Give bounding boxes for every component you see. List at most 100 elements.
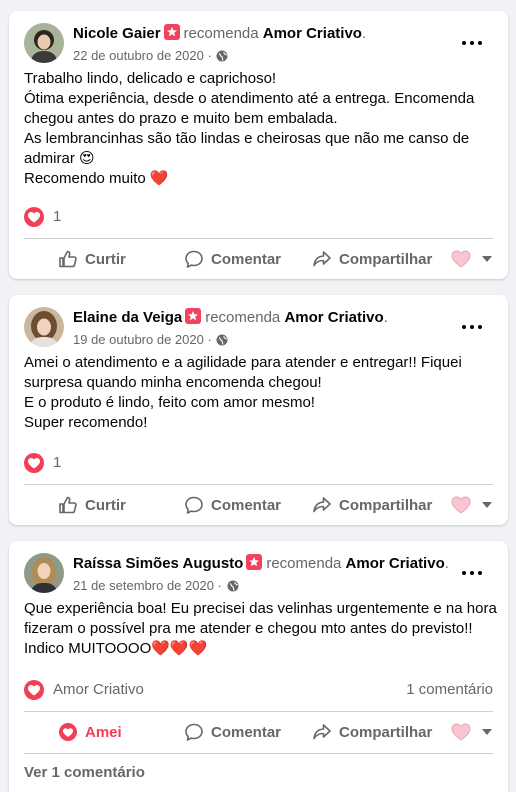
- love-label: Amei: [85, 723, 122, 741]
- reaction-selector-icon: [451, 250, 471, 268]
- share-button[interactable]: Compartilhar: [312, 713, 432, 751]
- post-date[interactable]: 21 de setembro de 2020: [73, 578, 214, 593]
- divider: [24, 484, 493, 485]
- share-button[interactable]: Compartilhar: [312, 486, 432, 524]
- comments-count[interactable]: 1 comentário: [406, 681, 493, 698]
- comment-label: Comentar: [211, 723, 282, 741]
- comment-icon: [185, 250, 203, 268]
- page-name-link[interactable]: Amor Criativo: [263, 25, 362, 42]
- review-post: Nicole Gaier recomenda Amor Criativo. 22 …: [9, 11, 508, 279]
- author-name[interactable]: Elaine da Veiga: [73, 309, 182, 326]
- divider: [24, 238, 493, 239]
- share-icon: [313, 251, 331, 267]
- love-button[interactable]: Amei: [58, 713, 122, 751]
- post-body-line: E o produto é lindo, feito com amor mesm…: [24, 394, 315, 411]
- post-date[interactable]: 22 de outubro de 2020: [73, 48, 204, 63]
- post-body-line: chegou antes do prazo e muito bem embala…: [24, 110, 338, 127]
- post-header-text: Nicole Gaier recomenda Amor Criativo. 22 …: [73, 24, 456, 67]
- chevron-down-icon: [482, 256, 492, 262]
- globe-icon: [227, 579, 239, 597]
- post-header-text: Raíssa Simões Augusto recomenda Amor Cria…: [73, 554, 456, 597]
- chevron-down-icon: [482, 502, 492, 508]
- post-body: Amei o atendimento e a agilidade para at…: [24, 353, 496, 433]
- post-body-line: admirar 😍: [24, 150, 95, 167]
- recommend-badge-icon: [163, 24, 180, 46]
- post-body-line: Que experiência boa! Eu precisei das vel…: [24, 600, 497, 617]
- chevron-down-icon: [482, 729, 492, 735]
- heart-reaction-icon: [24, 207, 44, 227]
- recommend-badge-icon: [246, 554, 263, 576]
- recommend-badge-icon: [185, 308, 202, 330]
- reaction-selector[interactable]: [451, 713, 492, 751]
- reaction-selector-icon: [451, 496, 471, 514]
- actions-bar: Amei Comentar Compartilhar: [24, 713, 493, 751]
- page-name-link[interactable]: Amor Criativo: [284, 309, 383, 326]
- post-body-line: As lembrancinhas são tão lindas e cheiro…: [24, 130, 470, 147]
- share-label: Compartilhar: [339, 250, 433, 268]
- like-label: Curtir: [85, 496, 126, 514]
- like-button[interactable]: Curtir: [58, 240, 126, 278]
- actions-bar: Curtir Comentar Compartilhar: [24, 486, 493, 524]
- more-icon[interactable]: [462, 35, 486, 51]
- post-body-line: Super recomendo!: [24, 414, 148, 431]
- post-body-line: surpresa quando minha encomenda chegou!: [24, 374, 322, 391]
- reaction-count: 1: [53, 208, 62, 225]
- reactions-bar[interactable]: 1: [24, 451, 493, 475]
- period: .: [361, 25, 367, 42]
- page-name-link[interactable]: Amor Criativo: [346, 555, 445, 572]
- heart-reaction-icon: [24, 453, 44, 473]
- review-post: Raíssa Simões Augusto recomenda Amor Cria…: [9, 541, 508, 792]
- post-body-line: Recomendo muito ❤️: [24, 170, 169, 187]
- like-icon: [59, 250, 77, 268]
- post-body: Trabalho lindo, delicado e caprichoso! Ó…: [24, 69, 496, 189]
- comment-icon: [185, 496, 203, 514]
- reaction-selector-icon: [451, 723, 471, 741]
- comment-label: Comentar: [211, 250, 282, 268]
- post-body-line: Ótima experiência, desde o atendimento a…: [24, 90, 475, 107]
- like-icon: [59, 496, 77, 514]
- reactions-bar[interactable]: 1: [24, 205, 493, 229]
- reaction-selector[interactable]: [451, 486, 492, 524]
- recommends-text: recomenda: [266, 555, 342, 572]
- globe-icon: [216, 49, 228, 67]
- post-header: Elaine da Veiga recomenda Amor Criativo. …: [24, 307, 496, 349]
- comment-label: Comentar: [211, 496, 282, 514]
- share-icon: [313, 497, 331, 513]
- comment-button[interactable]: Comentar: [184, 240, 281, 278]
- share-label: Compartilhar: [339, 723, 433, 741]
- avatar[interactable]: [24, 307, 64, 347]
- reaction-count: 1: [53, 454, 62, 471]
- recommends-text: recomenda: [183, 25, 259, 42]
- recommends-text: recomenda: [205, 309, 281, 326]
- post-body-line: Amei o atendimento e a agilidade para at…: [24, 354, 462, 371]
- comment-button[interactable]: Comentar: [184, 713, 281, 751]
- post-body-line: fizeram o possível pra me atender e cheg…: [24, 620, 473, 637]
- share-icon: [313, 724, 331, 740]
- more-icon[interactable]: [462, 319, 486, 335]
- like-label: Curtir: [85, 250, 126, 268]
- post-header-text: Elaine da Veiga recomenda Amor Criativo. …: [73, 308, 456, 351]
- author-name[interactable]: Nicole Gaier: [73, 25, 161, 42]
- comment-button[interactable]: Comentar: [184, 486, 281, 524]
- share-button[interactable]: Compartilhar: [312, 240, 432, 278]
- heart-reaction-icon: [24, 680, 44, 700]
- author-name[interactable]: Raíssa Simões Augusto: [73, 555, 243, 572]
- divider: [24, 711, 493, 712]
- reaction-selector[interactable]: [451, 240, 492, 278]
- post-date[interactable]: 19 de outubro de 2020: [73, 332, 204, 347]
- avatar[interactable]: [24, 553, 64, 593]
- reactions-bar[interactable]: Amor Criativo 1 comentário: [24, 678, 493, 702]
- more-icon[interactable]: [462, 565, 486, 581]
- globe-icon: [216, 333, 228, 351]
- like-button[interactable]: Curtir: [58, 486, 126, 524]
- post-header: Raíssa Simões Augusto recomenda Amor Cria…: [24, 553, 496, 595]
- avatar[interactable]: [24, 23, 64, 63]
- period: .: [444, 555, 449, 572]
- view-comments-link[interactable]: Ver 1 comentário: [24, 764, 145, 781]
- period: .: [383, 309, 388, 326]
- share-label: Compartilhar: [339, 496, 433, 514]
- review-post: Elaine da Veiga recomenda Amor Criativo. …: [9, 295, 508, 525]
- post-body-line: Trabalho lindo, delicado e caprichoso!: [24, 70, 277, 87]
- comment-icon: [185, 723, 203, 741]
- heart-icon: [59, 723, 77, 741]
